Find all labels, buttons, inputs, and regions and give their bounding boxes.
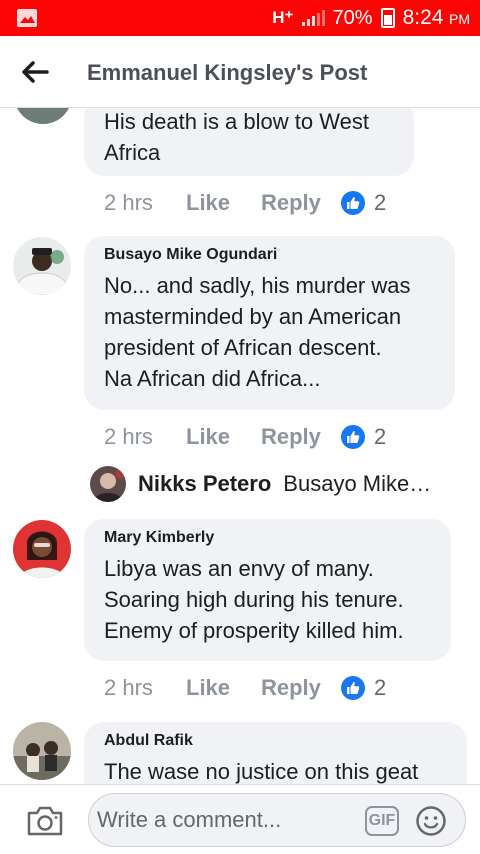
arrow-left-icon[interactable] bbox=[20, 58, 50, 86]
comment-author[interactable]: Abdul Rafik bbox=[104, 732, 447, 750]
reply-button[interactable]: Reply bbox=[261, 190, 341, 216]
gallery-notification-icon bbox=[17, 9, 37, 27]
page-title: Emmanuel Kingsley's Post bbox=[87, 60, 368, 85]
comment-actions: 2 hrs Like Reply 2 bbox=[104, 190, 386, 216]
reaction-count-value: 2 bbox=[374, 190, 387, 215]
thumbs-up-icon bbox=[341, 191, 365, 215]
reply-button[interactable]: Reply bbox=[261, 424, 341, 450]
like-button[interactable]: Like bbox=[186, 190, 261, 216]
comment-text: His death is a blow to West Africa bbox=[104, 109, 369, 165]
camera-icon[interactable] bbox=[26, 805, 64, 837]
comment-input[interactable] bbox=[97, 794, 357, 846]
reaction-count[interactable]: 2 bbox=[341, 424, 386, 450]
signal-icon bbox=[301, 10, 325, 26]
reaction-count[interactable]: 2 bbox=[341, 675, 386, 701]
like-button[interactable]: Like bbox=[186, 424, 261, 450]
reply-text: Busayo Mike… bbox=[283, 471, 432, 496]
status-bar: H⁺ 70% 8:24 PM bbox=[0, 0, 480, 36]
comment-actions: 2 hrs Like Reply 2 bbox=[104, 675, 386, 701]
comment-text: The wase no justice on this geat bbox=[104, 759, 419, 784]
comment-author[interactable]: Mary Kimberly bbox=[104, 529, 431, 547]
comment-time: 2 hrs bbox=[104, 424, 153, 449]
reaction-count-value: 2 bbox=[374, 424, 387, 449]
battery-percent: 70% bbox=[332, 6, 373, 29]
avatar bbox=[90, 466, 126, 502]
avatar[interactable] bbox=[13, 520, 71, 578]
reply-preview[interactable]: Nikks Petero Busayo Mike… bbox=[90, 466, 431, 502]
reply-button[interactable]: Reply bbox=[261, 675, 341, 701]
comment-time: 2 hrs bbox=[104, 190, 153, 215]
comment-text: No... and sadly, his murder was mastermi… bbox=[104, 273, 411, 391]
reaction-count[interactable]: 2 bbox=[341, 190, 386, 216]
comment-bubble[interactable]: Busayo Mike Ogundari No... and sadly, hi… bbox=[84, 236, 455, 410]
smiley-icon[interactable] bbox=[415, 805, 447, 837]
avatar[interactable] bbox=[13, 722, 71, 780]
comment-field-container: GIF bbox=[88, 793, 466, 847]
comments-list: His death is a blow to West Africa 2 hrs… bbox=[0, 108, 480, 784]
comment-actions: 2 hrs Like Reply 2 bbox=[104, 424, 386, 450]
battery-icon bbox=[380, 8, 395, 28]
comment-time: 2 hrs bbox=[104, 675, 153, 700]
avatar[interactable] bbox=[13, 237, 71, 295]
comment-text: Libya was an envy of many. Soaring high … bbox=[104, 556, 404, 643]
reply-author: Nikks Petero bbox=[138, 471, 272, 496]
avatar[interactable] bbox=[14, 108, 72, 124]
thumbs-up-icon bbox=[341, 425, 365, 449]
status-indicators: H⁺ 70% 8:24 PM bbox=[272, 0, 470, 36]
comment-bubble[interactable]: Mary Kimberly Libya was an envy of many.… bbox=[84, 519, 451, 661]
reaction-count-value: 2 bbox=[374, 675, 387, 700]
thumbs-up-icon bbox=[341, 676, 365, 700]
comment-composer: GIF bbox=[0, 784, 480, 854]
network-type: H⁺ bbox=[272, 8, 294, 27]
post-header: Emmanuel Kingsley's Post bbox=[0, 36, 480, 108]
comment-author[interactable]: Busayo Mike Ogundari bbox=[104, 246, 435, 264]
clock: 8:24 PM bbox=[402, 6, 470, 29]
like-button[interactable]: Like bbox=[186, 675, 261, 701]
comment-bubble[interactable]: His death is a blow to West Africa bbox=[84, 108, 414, 176]
gif-button[interactable]: GIF bbox=[365, 806, 399, 836]
comment-bubble[interactable]: Abdul Rafik The wase no justice on this … bbox=[84, 722, 467, 784]
